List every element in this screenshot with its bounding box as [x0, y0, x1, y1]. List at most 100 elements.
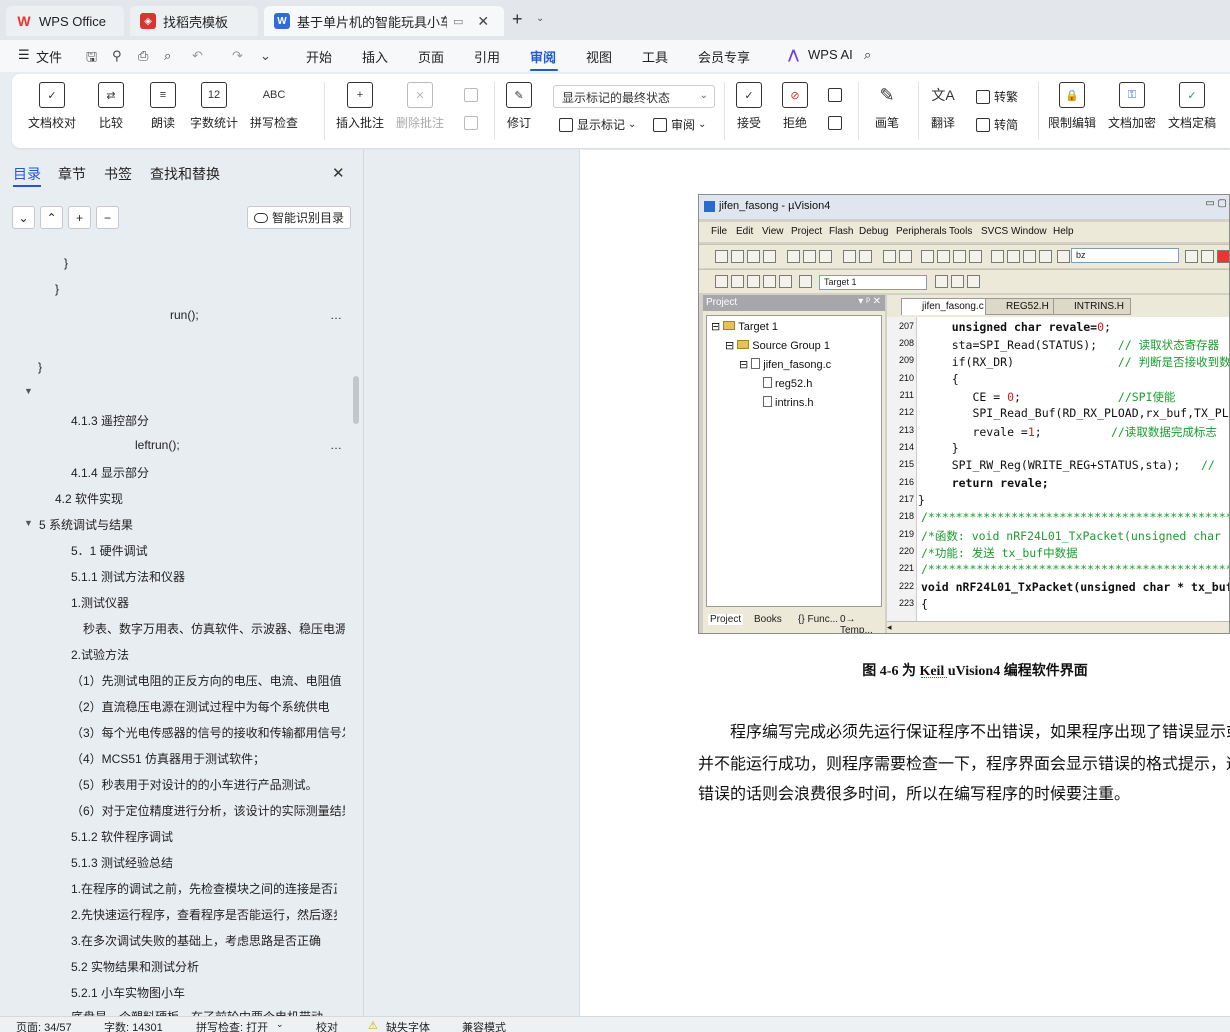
print-icon[interactable]: ⎙: [138, 48, 148, 64]
menu-review[interactable]: 审阅: [530, 47, 556, 66]
nav-tab-toc[interactable]: 目录: [13, 164, 41, 184]
toc-item[interactable]: }: [64, 256, 68, 270]
expand-arrow-icon[interactable]: ▼: [24, 518, 33, 528]
chevron-down-icon[interactable]: ⌄: [276, 1019, 284, 1030]
previous-change-icon[interactable]: [828, 88, 846, 102]
toc-item[interactable]: leftrun();: [135, 438, 180, 452]
word-count-indicator[interactable]: 字数: 14301: [104, 1019, 163, 1032]
toc-item[interactable]: 5．1 硬件调试: [71, 542, 148, 559]
toc-item[interactable]: run();: [170, 308, 199, 322]
close-icon[interactable]: ✕: [332, 164, 345, 182]
redo-icon[interactable]: ↷: [232, 48, 243, 64]
save-icon[interactable]: 🖫: [86, 48, 97, 70]
chevron-down-icon[interactable]: ⌄: [260, 48, 271, 64]
nav-tab-bookmarks[interactable]: 书签: [104, 164, 132, 184]
toc-item[interactable]: 底盘是一个塑料硬板，在了前轮中要个电机带动: [71, 1008, 337, 1016]
menu-view[interactable]: 视图: [586, 47, 612, 66]
menu-file[interactable]: 文件: [36, 47, 62, 66]
collapse-button[interactable]: ⌄: [12, 206, 35, 229]
toc-item[interactable]: }: [38, 360, 42, 374]
toc-item[interactable]: 3.在多次调试失败的基础上，考虑思路是否正确: [71, 932, 337, 949]
chevron-down-icon[interactable]: ⌄: [536, 13, 544, 24]
toc-item[interactable]: }: [55, 282, 59, 296]
read-aloud-button[interactable]: ≡ 朗读: [150, 82, 176, 131]
compare-button[interactable]: ⇄ 比较: [98, 82, 124, 131]
toc-item[interactable]: 2.试验方法: [71, 646, 129, 663]
markup-display-select[interactable]: 显示标记的最终状态 ⌄: [553, 85, 715, 108]
menu-page[interactable]: 页面: [418, 47, 444, 66]
menu-start[interactable]: 开始: [306, 47, 332, 66]
expand-up-button[interactable]: ⌃: [40, 206, 63, 229]
missing-font-status[interactable]: 缺失字体: [386, 1019, 430, 1032]
wps-ai-icon[interactable]: ⋀: [788, 47, 799, 63]
tab-document[interactable]: W 基于单片机的智能玩具小车的设计 ▭ ✕: [264, 6, 504, 36]
translate-button[interactable]: 文A 翻译: [930, 82, 956, 131]
toc-item[interactable]: 5.1.2 软件程序调试: [71, 828, 173, 845]
hamburger-icon[interactable]: ☰: [18, 47, 30, 63]
expand-arrow-icon[interactable]: ▼: [24, 386, 33, 396]
search-icon[interactable]: ⌕: [864, 47, 871, 63]
print-preview-icon[interactable]: ⌕: [164, 48, 171, 64]
link-icon[interactable]: ⚲: [112, 48, 122, 64]
more-icon[interactable]: …: [330, 308, 342, 322]
toc-item[interactable]: （3）每个光电传感器的信号的接收和传输都用信号发生器: [71, 724, 345, 741]
more-icon[interactable]: …: [330, 438, 342, 452]
toc-item[interactable]: 5.1.3 测试经验总结: [71, 854, 173, 871]
toc-item[interactable]: 秒表、数字万用表、仿真软件、示波器、稳压电源、导线若干: [83, 620, 345, 637]
toc-item[interactable]: （1）先测试电阻的正反方向的电压、电流、电阻值: [71, 672, 345, 689]
toc-item[interactable]: 5.1.1 测试方法和仪器: [71, 568, 185, 585]
toc-item[interactable]: 4.2 软件实现: [55, 490, 123, 507]
menu-reference[interactable]: 引用: [474, 47, 500, 66]
tab-wps-office[interactable]: W WPS Office: [6, 6, 124, 36]
restrict-edit-button[interactable]: 🔒 限制编辑: [1048, 82, 1096, 131]
toc-item[interactable]: 2.先快速运行程序，查看程序是否能运行，然后逐步调试: [71, 906, 337, 923]
doc-finalize-button[interactable]: ✓ 文档定稿: [1168, 82, 1216, 131]
pen-button[interactable]: ✎ 画笔: [874, 82, 900, 131]
spell-check-status[interactable]: 拼写检查: 打开: [196, 1019, 268, 1032]
monitor-icon[interactable]: ▭: [453, 15, 463, 28]
accept-button[interactable]: ✓ 接受: [736, 82, 762, 131]
toc-item[interactable]: 5.2 实物结果和测试分析: [71, 958, 199, 975]
spell-check-button[interactable]: ABC 拼写检查: [250, 82, 298, 131]
scrollbar-thumb[interactable]: [353, 376, 359, 424]
word-count-button[interactable]: 12 字数统计: [190, 82, 238, 131]
page-indicator[interactable]: 页面: 34/57: [16, 1019, 72, 1032]
new-tab-icon[interactable]: +: [512, 9, 523, 30]
toc-item[interactable]: 1.在程序的调试之前，先检查模块之间的连接是否正确: [71, 880, 337, 897]
doc-proofread-button[interactable]: ✓ 文档校对: [28, 82, 76, 131]
doc-encrypt-button[interactable]: ⚿ 文档加密: [1108, 82, 1156, 131]
toc-item[interactable]: 4.1.4 显示部分: [71, 464, 149, 481]
delete-comment-button[interactable]: ✕ 删除批注: [396, 82, 444, 131]
add-heading-button[interactable]: +: [68, 206, 91, 229]
nav-tab-find-replace[interactable]: 查找和替换: [150, 164, 220, 184]
previous-comment-icon[interactable]: [464, 88, 482, 102]
to-simplified-button[interactable]: 转简: [976, 116, 1018, 133]
reject-button[interactable]: ⊘ 拒绝: [782, 82, 808, 131]
revise-button[interactable]: ✎ 修订: [506, 82, 532, 131]
menu-wps-ai[interactable]: WPS AI: [808, 47, 853, 62]
toc-item[interactable]: 5.2.1 小车实物图小车: [71, 984, 185, 1001]
tab-template[interactable]: ◈ 找稻壳模板: [130, 6, 258, 36]
nav-tab-sections[interactable]: 章节: [58, 164, 86, 184]
menu-tools[interactable]: 工具: [642, 47, 668, 66]
review-pane-button[interactable]: 审阅 ⌄: [653, 116, 706, 133]
insert-comment-button[interactable]: + 插入批注: [336, 82, 384, 131]
toc-item[interactable]: （2）直流稳压电源在测试过程中为每个系统供电: [71, 698, 345, 715]
smart-toc-button[interactable]: 智能识别目录: [247, 206, 351, 229]
close-tab-icon[interactable]: ✕: [477, 13, 489, 30]
toc-item[interactable]: （4）MCS51 仿真器用于测试软件；: [71, 750, 265, 767]
menu-insert[interactable]: 插入: [362, 47, 388, 66]
next-comment-icon[interactable]: [464, 116, 482, 130]
remove-heading-button[interactable]: −: [96, 206, 119, 229]
show-markup-button[interactable]: 显示标记 ⌄: [559, 116, 636, 133]
to-traditional-button[interactable]: 转繁: [976, 88, 1018, 105]
toc-item[interactable]: 1.测试仪器: [71, 594, 129, 611]
toc-item[interactable]: （6）对于定位精度进行分析，该设计的实际测量结果: [71, 802, 345, 819]
menu-member[interactable]: 会员专享: [698, 47, 750, 66]
proofread-status[interactable]: 校对: [316, 1019, 338, 1032]
next-change-icon[interactable]: [828, 116, 846, 130]
undo-icon[interactable]: ↶: [192, 48, 203, 64]
toc-item[interactable]: 5 系统调试与结果: [39, 516, 133, 533]
toc-item[interactable]: （5）秒表用于对设计的的小车进行产品测试。: [71, 776, 318, 793]
toc-item[interactable]: 4.1.3 遥控部分: [71, 412, 149, 429]
